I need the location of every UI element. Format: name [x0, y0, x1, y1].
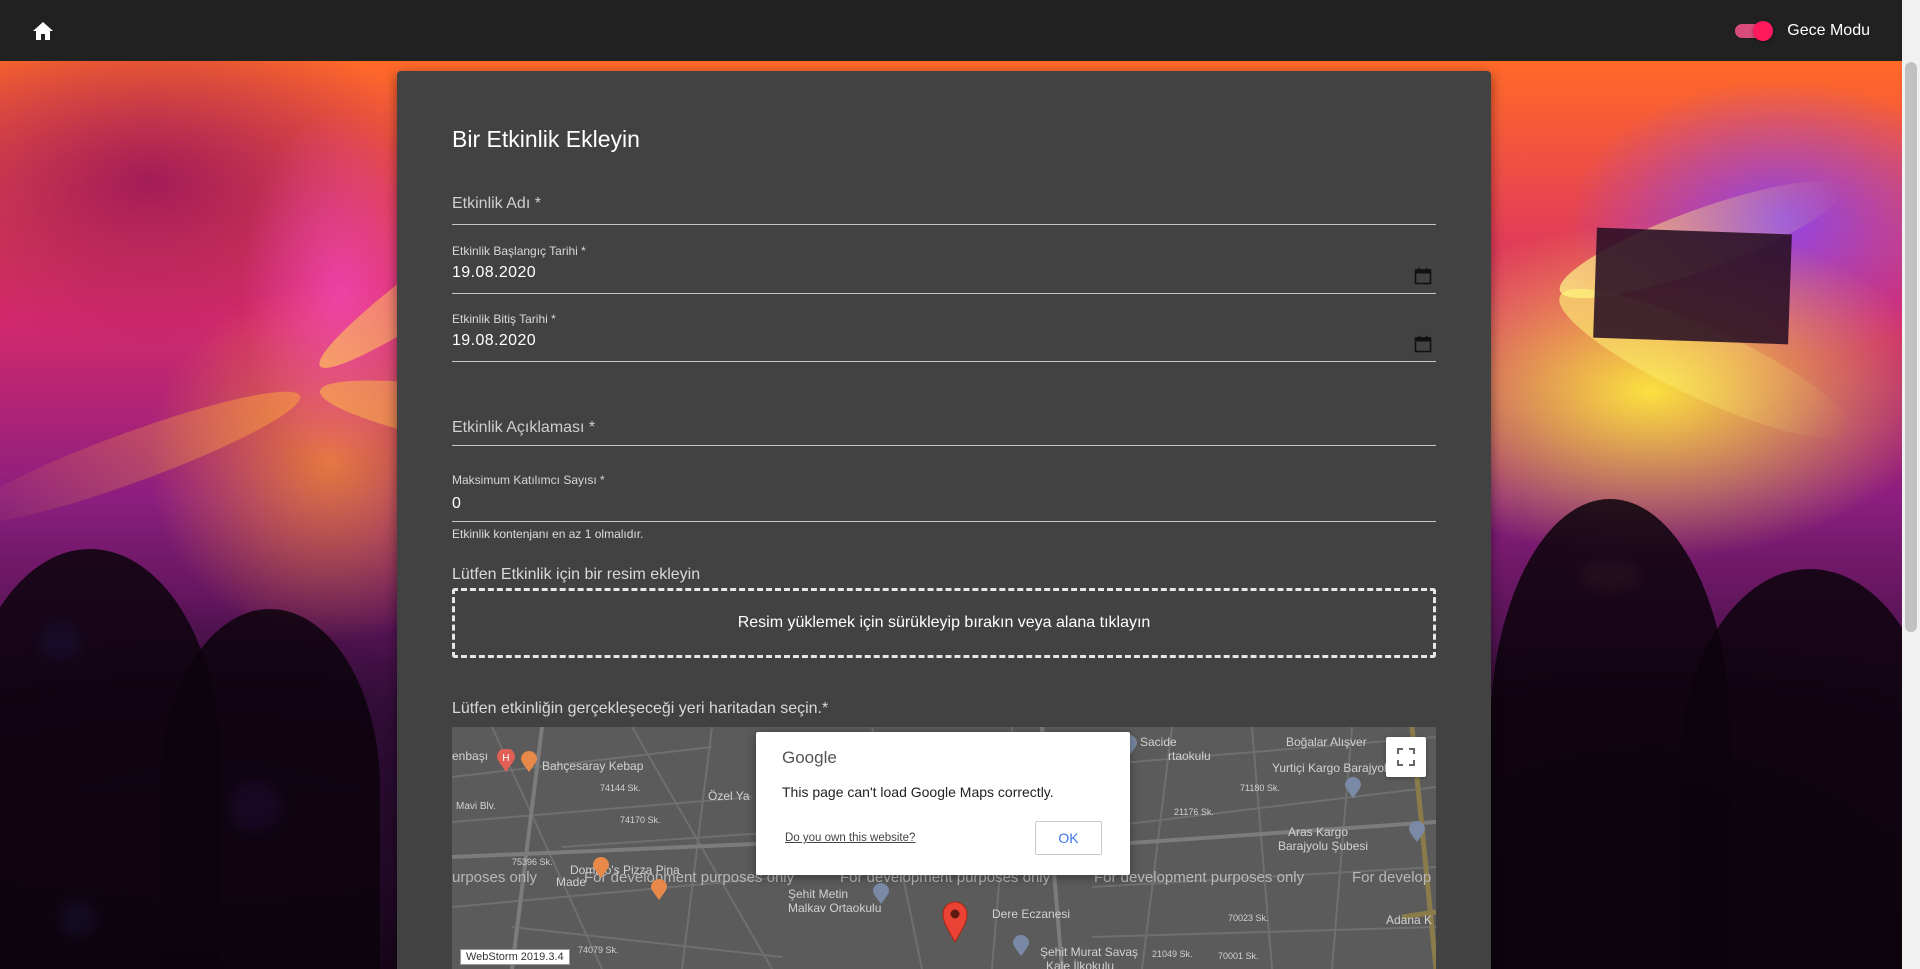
map-label: 74170 Sk. [620, 815, 661, 825]
school-marker-icon [1013, 935, 1029, 956]
scrollbar-thumb[interactable] [1905, 62, 1917, 632]
dev-watermark: urposes only [452, 869, 538, 886]
map-label: Boğalar Alışver [1286, 735, 1367, 749]
map-label: enbaşı [452, 749, 489, 763]
image-section-label: Lütfen Etkinlik için bir resim ekleyin [452, 566, 701, 583]
map-label: Sacide [1140, 735, 1177, 749]
start-date-value: 19.08.2020 [452, 264, 537, 281]
google-logo: Google [782, 748, 837, 767]
end-date-field[interactable]: Etkinlik Bitiş Tarihi * 19.08.2020 [452, 312, 1436, 362]
calendar-icon[interactable] [1414, 267, 1432, 285]
webstorm-badge: WebStorm 2019.3.4 [460, 949, 570, 965]
school-marker-icon [873, 883, 889, 904]
page-title: Bir Etkinlik Ekleyin [452, 126, 640, 152]
night-mode-switch[interactable] [1735, 20, 1774, 41]
maps-error-message: This page can't load Google Maps correct… [782, 784, 1054, 800]
map-label: rtaokulu [1168, 749, 1211, 763]
map-label: Barajyolu Şubesi [1278, 839, 1369, 853]
max-participants-field[interactable]: Maksimum Katılımcı Sayısı * 0 [452, 473, 1436, 522]
start-date-field[interactable]: Etkinlik Başlangıç Tarihi * 19.08.2020 [452, 244, 1436, 294]
map-label: Made [556, 875, 587, 889]
map-label: 70023 Sk. [1228, 913, 1269, 923]
dropzone-text: Resim yüklemek için sürükleyip bırakın v… [737, 614, 1151, 631]
map-label: 74079 Sk. [578, 945, 619, 955]
map-label: Şehit Metin [788, 887, 849, 901]
restaurant-marker-icon [651, 879, 667, 900]
end-date-label: Etkinlik Bitiş Tarihi * [452, 312, 556, 326]
page-scrollbar[interactable] [1902, 0, 1920, 969]
map-label: Özel Ya [708, 789, 750, 803]
shop-marker-icon [1409, 821, 1425, 842]
event-name-label: Etkinlik Adı * [452, 195, 541, 212]
ok-button[interactable]: OK [1035, 821, 1102, 855]
map-label: Kale İlkokulu [1046, 959, 1115, 969]
night-mode-toggle[interactable]: Gece Modu [1735, 20, 1870, 41]
event-name-field[interactable]: Etkinlik Adı * [452, 195, 1436, 225]
map-label: Şehit Murat Savaş [1040, 945, 1139, 959]
map-pin-icon[interactable] [942, 901, 968, 943]
svg-text:H: H [502, 753, 509, 764]
map-label: 21049 Sk. [1152, 949, 1193, 959]
location-section-label: Lütfen etkinliğin gerçekleşeceği yeri ha… [452, 700, 829, 717]
map-label: Adana K [1386, 913, 1433, 927]
night-mode-label: Gece Modu [1787, 21, 1870, 39]
max-participants-label: Maksimum Katılımcı Sayısı * [452, 473, 605, 487]
max-participants-hint: Etkinlik kontenjanı en az 1 olmalıdır. [452, 527, 644, 541]
calendar-icon[interactable] [1414, 335, 1432, 353]
map-label: Mavi Blv. [456, 801, 496, 812]
restaurant-marker-icon [521, 751, 537, 772]
map-label: 71180 Sk. [1240, 783, 1280, 793]
map-label: 21176 Sk. [1174, 807, 1214, 817]
image-dropzone[interactable]: Resim yüklemek için sürükleyip bırakın v… [452, 588, 1436, 658]
map-label: Aras Kargo [1288, 825, 1349, 839]
top-app-bar: Gece Modu [0, 0, 1902, 61]
restaurant-marker-icon [593, 857, 609, 878]
map-label: 70001 Sk. [1218, 951, 1259, 961]
start-date-label: Etkinlik Başlangıç Tarihi * [452, 244, 586, 258]
description-field[interactable]: Etkinlik Açıklaması * [452, 419, 1436, 446]
description-label: Etkinlik Açıklaması * [452, 419, 596, 436]
dev-watermark: For develop [1352, 869, 1432, 886]
map-label: Yurtiçi Kargo Barajyolu [1272, 761, 1394, 775]
map-label: Malkav Ortaokulu [788, 901, 882, 915]
maps-error-dialog: Google This page can't load Google Maps … [756, 732, 1130, 875]
own-website-link[interactable]: Do you own this website? [785, 832, 915, 844]
fullscreen-icon[interactable] [1386, 737, 1426, 777]
hospital-marker-icon: H [497, 749, 515, 772]
end-date-value: 19.08.2020 [452, 332, 537, 349]
map-label: 74144 Sk. [600, 783, 641, 793]
map-label: 75396 Sk. [512, 857, 553, 867]
shop-marker-icon [1345, 777, 1361, 798]
map-label: Bahçesaray Kebap [542, 759, 644, 773]
map-label: Dere Eczanesi [992, 907, 1071, 921]
home-icon[interactable] [30, 18, 56, 44]
max-participants-value: 0 [452, 495, 462, 512]
